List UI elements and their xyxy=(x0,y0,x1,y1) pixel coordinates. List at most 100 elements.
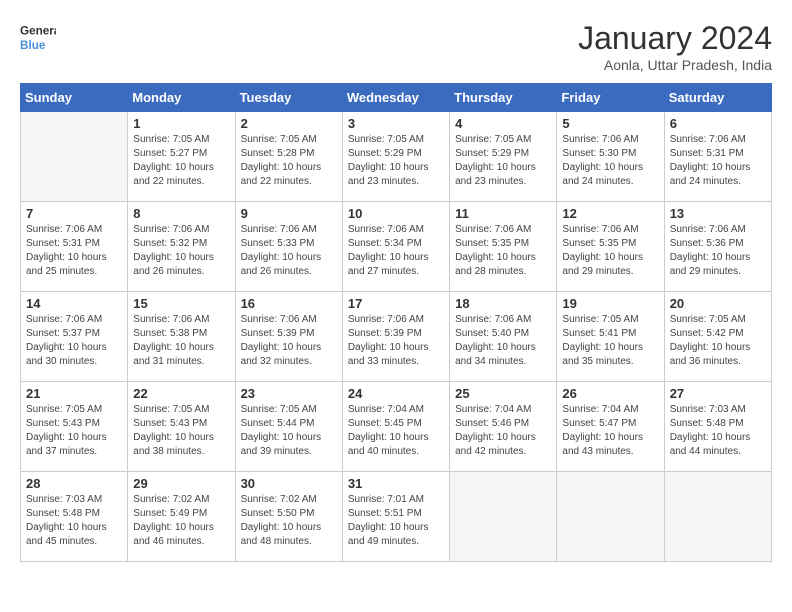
calendar-cell: 23Sunrise: 7:05 AMSunset: 5:44 PMDayligh… xyxy=(235,382,342,472)
calendar-cell: 26 Sunrise: 7:04 AMSunset: 5:47 PMDayligh… xyxy=(557,382,664,472)
cell-content: Sunrise: 7:06 AMSunset: 5:37 PMDaylight:… xyxy=(26,313,122,369)
cell-content: Sunrise: 7:04 AMSunset: 5:46 PMDaylight:… xyxy=(455,403,551,459)
svg-text:Blue: Blue xyxy=(20,39,46,52)
calendar-cell: 27 Sunrise: 7:03 AMSunset: 5:48 PMDayligh… xyxy=(664,382,771,472)
day-number: 3 xyxy=(348,116,444,131)
logo: General Blue xyxy=(20,20,56,56)
day-number: 15 xyxy=(133,296,229,311)
cell-content: Sunrise: 7:06 AMSunset: 5:35 PMDaylight:… xyxy=(562,223,658,279)
page-header: General Blue January 2024 Aonla, Uttar P… xyxy=(20,20,772,73)
day-number: 19 xyxy=(562,296,658,311)
calendar-cell: 4 Sunrise: 7:05 AMSunset: 5:29 PMDaylight… xyxy=(450,112,557,202)
calendar-cell: 21 Sunrise: 7:05 AMSunset: 5:43 PMDayligh… xyxy=(21,382,128,472)
cell-content: Sunrise: 7:03 AMSunset: 5:48 PMDaylight:… xyxy=(670,403,766,459)
cell-content: Sunrise: 7:01 AMSunset: 5:51 PMDaylight:… xyxy=(348,493,444,549)
calendar-cell: 1Sunrise: 7:05 AMSunset: 5:27 PMDaylight… xyxy=(128,112,235,202)
day-number: 16 xyxy=(241,296,337,311)
cell-content: Sunrise: 7:05 AMSunset: 5:43 PMDaylight:… xyxy=(26,403,122,459)
calendar-cell: 31 Sunrise: 7:01 AMSunset: 5:51 PMDayligh… xyxy=(342,472,449,562)
day-number: 8 xyxy=(133,206,229,221)
cell-content: Sunrise: 7:06 AMSunset: 5:36 PMDaylight:… xyxy=(670,223,766,279)
cell-content: Sunrise: 7:06 AMSunset: 5:30 PMDaylight:… xyxy=(562,133,658,189)
calendar-cell: 2Sunrise: 7:05 AMSunset: 5:28 PMDaylight… xyxy=(235,112,342,202)
calendar-week-row: 21 Sunrise: 7:05 AMSunset: 5:43 PMDayligh… xyxy=(21,382,772,472)
cell-content: Sunrise: 7:06 AMSunset: 5:40 PMDaylight:… xyxy=(455,313,551,369)
calendar-cell: 5 Sunrise: 7:06 AMSunset: 5:30 PMDaylight… xyxy=(557,112,664,202)
svg-text:General: General xyxy=(20,24,56,37)
calendar-cell: 12Sunrise: 7:06 AMSunset: 5:35 PMDayligh… xyxy=(557,202,664,292)
calendar-cell: 18 Sunrise: 7:06 AMSunset: 5:40 PMDayligh… xyxy=(450,292,557,382)
calendar-cell: 11Sunrise: 7:06 AMSunset: 5:35 PMDayligh… xyxy=(450,202,557,292)
weekday-header: Monday xyxy=(128,84,235,112)
cell-content: Sunrise: 7:06 AMSunset: 5:31 PMDaylight:… xyxy=(26,223,122,279)
day-number: 18 xyxy=(455,296,551,311)
calendar-cell: 29 Sunrise: 7:02 AMSunset: 5:49 PMDayligh… xyxy=(128,472,235,562)
month-title: January 2024 xyxy=(578,20,772,57)
weekday-header-row: SundayMondayTuesdayWednesdayThursdayFrid… xyxy=(21,84,772,112)
weekday-header: Tuesday xyxy=(235,84,342,112)
cell-content: Sunrise: 7:06 AMSunset: 5:39 PMDaylight:… xyxy=(348,313,444,369)
calendar-cell: 15Sunrise: 7:06 AMSunset: 5:38 PMDayligh… xyxy=(128,292,235,382)
calendar-cell: 6Sunrise: 7:06 AMSunset: 5:31 PMDaylight… xyxy=(664,112,771,202)
day-number: 9 xyxy=(241,206,337,221)
calendar-cell: 19 Sunrise: 7:05 AMSunset: 5:41 PMDayligh… xyxy=(557,292,664,382)
calendar-week-row: 28Sunrise: 7:03 AMSunset: 5:48 PMDayligh… xyxy=(21,472,772,562)
calendar-week-row: 7 Sunrise: 7:06 AMSunset: 5:31 PMDaylight… xyxy=(21,202,772,292)
title-block: January 2024 Aonla, Uttar Pradesh, India xyxy=(578,20,772,73)
calendar-cell: 14 Sunrise: 7:06 AMSunset: 5:37 PMDayligh… xyxy=(21,292,128,382)
cell-content: Sunrise: 7:03 AMSunset: 5:48 PMDaylight:… xyxy=(26,493,122,549)
cell-content: Sunrise: 7:06 AMSunset: 5:33 PMDaylight:… xyxy=(241,223,337,279)
cell-content: Sunrise: 7:05 AMSunset: 5:28 PMDaylight:… xyxy=(241,133,337,189)
calendar-cell: 28Sunrise: 7:03 AMSunset: 5:48 PMDayligh… xyxy=(21,472,128,562)
weekday-header: Sunday xyxy=(21,84,128,112)
day-number: 21 xyxy=(26,386,122,401)
calendar-cell xyxy=(450,472,557,562)
cell-content: Sunrise: 7:05 AMSunset: 5:29 PMDaylight:… xyxy=(348,133,444,189)
day-number: 20 xyxy=(670,296,766,311)
calendar-cell xyxy=(21,112,128,202)
day-number: 27 xyxy=(670,386,766,401)
day-number: 1 xyxy=(133,116,229,131)
calendar-cell: 24 Sunrise: 7:04 AMSunset: 5:45 PMDayligh… xyxy=(342,382,449,472)
day-number: 17 xyxy=(348,296,444,311)
cell-content: Sunrise: 7:05 AMSunset: 5:29 PMDaylight:… xyxy=(455,133,551,189)
weekday-header: Wednesday xyxy=(342,84,449,112)
day-number: 30 xyxy=(241,476,337,491)
day-number: 26 xyxy=(562,386,658,401)
calendar-cell: 10Sunrise: 7:06 AMSunset: 5:34 PMDayligh… xyxy=(342,202,449,292)
calendar-cell: 9 Sunrise: 7:06 AMSunset: 5:33 PMDaylight… xyxy=(235,202,342,292)
calendar-cell: 25 Sunrise: 7:04 AMSunset: 5:46 PMDayligh… xyxy=(450,382,557,472)
day-number: 14 xyxy=(26,296,122,311)
day-number: 7 xyxy=(26,206,122,221)
day-number: 6 xyxy=(670,116,766,131)
day-number: 31 xyxy=(348,476,444,491)
cell-content: Sunrise: 7:05 AMSunset: 5:41 PMDaylight:… xyxy=(562,313,658,369)
day-number: 24 xyxy=(348,386,444,401)
calendar-cell: 20 Sunrise: 7:05 AMSunset: 5:42 PMDayligh… xyxy=(664,292,771,382)
day-number: 23 xyxy=(241,386,337,401)
day-number: 25 xyxy=(455,386,551,401)
weekday-header: Saturday xyxy=(664,84,771,112)
calendar-cell: 7 Sunrise: 7:06 AMSunset: 5:31 PMDaylight… xyxy=(21,202,128,292)
day-number: 5 xyxy=(562,116,658,131)
calendar-cell xyxy=(664,472,771,562)
cell-content: Sunrise: 7:06 AMSunset: 5:34 PMDaylight:… xyxy=(348,223,444,279)
cell-content: Sunrise: 7:05 AMSunset: 5:43 PMDaylight:… xyxy=(133,403,229,459)
calendar-cell: 13Sunrise: 7:06 AMSunset: 5:36 PMDayligh… xyxy=(664,202,771,292)
weekday-header: Friday xyxy=(557,84,664,112)
day-number: 4 xyxy=(455,116,551,131)
calendar-cell: 22 Sunrise: 7:05 AMSunset: 5:43 PMDayligh… xyxy=(128,382,235,472)
cell-content: Sunrise: 7:06 AMSunset: 5:39 PMDaylight:… xyxy=(241,313,337,369)
weekday-header: Thursday xyxy=(450,84,557,112)
calendar-table: SundayMondayTuesdayWednesdayThursdayFrid… xyxy=(20,83,772,562)
cell-content: Sunrise: 7:05 AMSunset: 5:42 PMDaylight:… xyxy=(670,313,766,369)
calendar-week-row: 14 Sunrise: 7:06 AMSunset: 5:37 PMDayligh… xyxy=(21,292,772,382)
cell-content: Sunrise: 7:04 AMSunset: 5:47 PMDaylight:… xyxy=(562,403,658,459)
cell-content: Sunrise: 7:02 AMSunset: 5:50 PMDaylight:… xyxy=(241,493,337,549)
calendar-week-row: 1Sunrise: 7:05 AMSunset: 5:27 PMDaylight… xyxy=(21,112,772,202)
calendar-cell: 16 Sunrise: 7:06 AMSunset: 5:39 PMDayligh… xyxy=(235,292,342,382)
day-number: 29 xyxy=(133,476,229,491)
day-number: 22 xyxy=(133,386,229,401)
cell-content: Sunrise: 7:02 AMSunset: 5:49 PMDaylight:… xyxy=(133,493,229,549)
cell-content: Sunrise: 7:04 AMSunset: 5:45 PMDaylight:… xyxy=(348,403,444,459)
